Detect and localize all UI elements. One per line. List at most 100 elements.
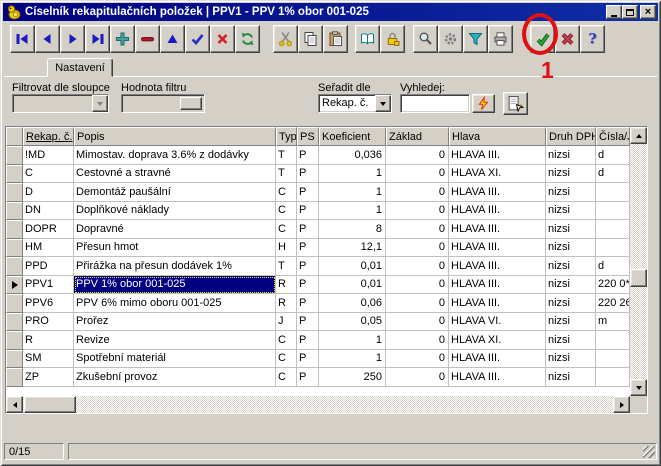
grid-cell[interactable]: 0 bbox=[386, 239, 449, 258]
row-indicator[interactable] bbox=[6, 257, 23, 276]
grid-cell[interactable]: nizsi bbox=[546, 202, 596, 221]
insert-record-button[interactable] bbox=[110, 25, 135, 53]
grid-cell[interactable]: 0 bbox=[386, 220, 449, 239]
filter-column-dropdown-button[interactable] bbox=[92, 95, 108, 112]
grid-cell[interactable]: HLAVA III. bbox=[449, 202, 546, 221]
grid-cell[interactable]: HLAVA III. bbox=[449, 368, 546, 387]
grid-cell[interactable]: SM bbox=[23, 350, 74, 369]
grid-cell[interactable]: 1 bbox=[319, 183, 386, 202]
grid-cell[interactable]: HLAVA III. bbox=[449, 257, 546, 276]
grid-cell[interactable]: nizsi bbox=[546, 276, 596, 295]
row-indicator[interactable] bbox=[6, 165, 23, 184]
grid-cell[interactable]: nizsi bbox=[546, 239, 596, 258]
grid-cell[interactable]: HLAVA III. bbox=[449, 146, 546, 165]
scroll-right-button[interactable] bbox=[613, 396, 630, 413]
grid-cell[interactable]: HLAVA XI. bbox=[449, 165, 546, 184]
grid-cell[interactable]: P bbox=[297, 220, 319, 239]
grid-cell[interactable]: P bbox=[297, 331, 319, 350]
grid-cell[interactable] bbox=[596, 220, 630, 239]
first-record-button[interactable] bbox=[10, 25, 35, 53]
grid-cell[interactable] bbox=[596, 202, 630, 221]
grid-cell[interactable]: nizsi bbox=[546, 183, 596, 202]
grid-cell[interactable]: PPV 6% mimo oboru 001-025 bbox=[74, 294, 276, 313]
column-header[interactable]: Základ bbox=[386, 127, 449, 146]
row-indicator[interactable] bbox=[6, 183, 23, 202]
grid-cell[interactable]: nizsi bbox=[546, 165, 596, 184]
column-header[interactable]: Čísla/J bbox=[596, 127, 630, 146]
search-execute-button[interactable] bbox=[472, 94, 495, 113]
delete-record-button[interactable] bbox=[135, 25, 160, 53]
grid-cell[interactable]: d bbox=[596, 257, 630, 276]
grid-cell[interactable]: HM bbox=[23, 239, 74, 258]
grid-cell[interactable]: 0,05 bbox=[319, 313, 386, 332]
row-indicator[interactable] bbox=[6, 276, 23, 295]
grid-cell[interactable]: 0 bbox=[386, 202, 449, 221]
paste-button[interactable] bbox=[323, 25, 348, 53]
post-record-button[interactable] bbox=[185, 25, 210, 53]
grid-cell[interactable]: C bbox=[276, 183, 297, 202]
column-header[interactable]: Koeficient bbox=[319, 127, 386, 146]
row-indicator[interactable] bbox=[6, 350, 23, 369]
last-record-button[interactable] bbox=[85, 25, 110, 53]
grid-cell[interactable]: D bbox=[23, 183, 74, 202]
grid-cell[interactable]: Přirážka na přesun dodávek 1% bbox=[74, 257, 276, 276]
grid-cell[interactable]: 0 bbox=[386, 350, 449, 369]
grid-cell[interactable]: PPV6 bbox=[23, 294, 74, 313]
horizontal-scroll-thumb[interactable] bbox=[24, 396, 76, 413]
cut-button[interactable] bbox=[273, 25, 298, 53]
grid-cell[interactable] bbox=[596, 368, 630, 387]
grid-cell[interactable] bbox=[596, 183, 630, 202]
grid-cell[interactable]: 0 bbox=[386, 331, 449, 350]
grid-cell[interactable]: HLAVA VI. bbox=[449, 313, 546, 332]
grid-cell[interactable]: ZP bbox=[23, 368, 74, 387]
grid-cell[interactable]: P bbox=[297, 183, 319, 202]
grid-cell[interactable]: 220 0* bbox=[596, 276, 630, 295]
grid-cell[interactable]: R bbox=[276, 294, 297, 313]
column-header[interactable]: PS bbox=[297, 127, 319, 146]
grid-cell[interactable]: 12,1 bbox=[319, 239, 386, 258]
grid-cell[interactable]: C bbox=[276, 202, 297, 221]
column-header[interactable]: Rekap. č. bbox=[23, 127, 74, 146]
column-header[interactable]: Popis bbox=[74, 127, 276, 146]
grid-cell[interactable]: C bbox=[276, 220, 297, 239]
grid-cell[interactable]: 0 bbox=[386, 368, 449, 387]
grid-cell[interactable]: 0 bbox=[386, 165, 449, 184]
grid-cell[interactable]: HLAVA III. bbox=[449, 239, 546, 258]
grid-cell[interactable]: nizsi bbox=[546, 313, 596, 332]
refresh-button[interactable] bbox=[235, 25, 260, 53]
confirm-button[interactable] bbox=[530, 25, 555, 53]
minimize-button[interactable] bbox=[606, 5, 622, 19]
grid-cell[interactable]: Mimostav. doprava 3.6% z dodávky bbox=[74, 146, 276, 165]
grid-cell[interactable]: P bbox=[297, 165, 319, 184]
report-button[interactable] bbox=[503, 92, 528, 115]
grid-cell[interactable]: PPV 1% obor 001-025 bbox=[74, 276, 276, 295]
column-header[interactable]: Typ bbox=[276, 127, 297, 146]
grid-cell[interactable]: 1 bbox=[319, 202, 386, 221]
row-indicator[interactable] bbox=[6, 368, 23, 387]
grid-cell[interactable]: 0 bbox=[386, 313, 449, 332]
scroll-left-button[interactable] bbox=[6, 396, 23, 413]
cancel-record-button[interactable] bbox=[210, 25, 235, 53]
grid-cell[interactable]: Cestovné a stravné bbox=[74, 165, 276, 184]
resize-grip[interactable] bbox=[643, 446, 655, 458]
tab-nastaveni[interactable]: Nastavení bbox=[47, 58, 113, 77]
grid-cell[interactable]: d bbox=[596, 146, 630, 165]
book-button[interactable] bbox=[355, 25, 380, 53]
grid-cell[interactable]: d bbox=[596, 165, 630, 184]
lock-button[interactable] bbox=[380, 25, 405, 53]
grid-cell[interactable]: nizsi bbox=[546, 146, 596, 165]
grid-cell[interactable]: 0 bbox=[386, 146, 449, 165]
grid-cell[interactable]: 0 bbox=[386, 276, 449, 295]
titlebar[interactable]: Číselník rekapitulačních položek | PPV1 … bbox=[3, 3, 658, 21]
sort-dropdown-button[interactable] bbox=[375, 95, 391, 112]
settings-button[interactable] bbox=[438, 25, 463, 53]
grid-cell[interactable]: 220 26 bbox=[596, 294, 630, 313]
row-indicator[interactable] bbox=[6, 294, 23, 313]
grid-cell[interactable]: nizsi bbox=[546, 331, 596, 350]
grid-cell[interactable]: 0,01 bbox=[319, 257, 386, 276]
grid-cell[interactable]: nizsi bbox=[546, 257, 596, 276]
grid-cell[interactable]: P bbox=[297, 276, 319, 295]
grid-cell[interactable]: 250 bbox=[319, 368, 386, 387]
grid-cell[interactable]: HLAVA III. bbox=[449, 350, 546, 369]
grid-cell[interactable]: Dopravné bbox=[74, 220, 276, 239]
